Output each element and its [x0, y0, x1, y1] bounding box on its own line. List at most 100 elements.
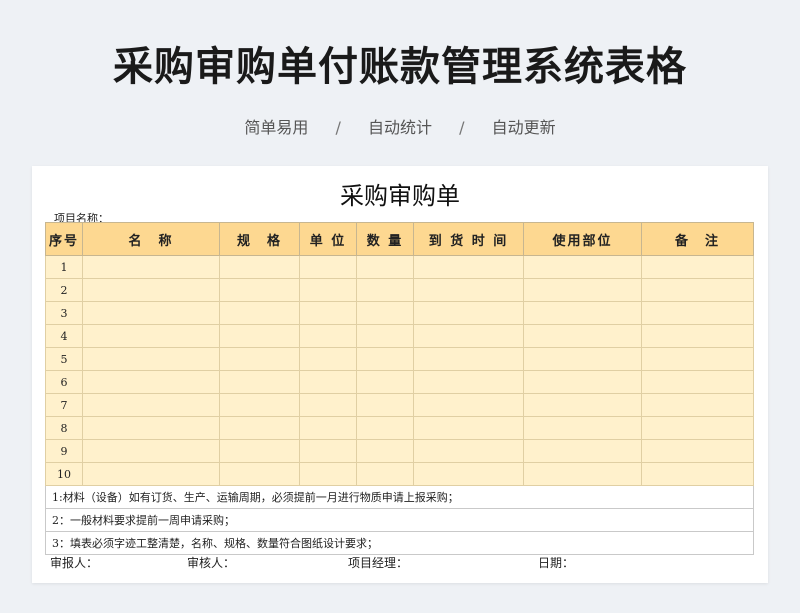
feature-auto-update: 自动更新 — [491, 118, 556, 137]
page-title: 采购审购单付账款管理系统表格 — [113, 44, 687, 90]
cell-remarks[interactable] — [641, 278, 754, 302]
cell-spec[interactable] — [219, 324, 300, 348]
cell-spec[interactable] — [219, 278, 300, 302]
cell-unit[interactable] — [299, 416, 357, 440]
cell-arrival-time[interactable] — [413, 347, 524, 371]
cell-name[interactable] — [82, 462, 220, 486]
row-number: 10 — [45, 462, 83, 486]
cell-arrival-time[interactable] — [413, 370, 524, 394]
cell-remarks[interactable] — [641, 439, 754, 463]
cell-unit[interactable] — [299, 462, 357, 486]
cell-arrival-time[interactable] — [413, 324, 524, 348]
row-number: 8 — [45, 416, 83, 440]
cell-arrival-time[interactable] — [413, 278, 524, 302]
cell-spec[interactable] — [219, 439, 300, 463]
cell-name[interactable] — [82, 393, 220, 417]
header-seq: 序号 — [45, 222, 83, 256]
cell-name[interactable] — [82, 301, 220, 325]
row-number: 3 — [45, 301, 83, 325]
cell-name[interactable] — [82, 347, 220, 371]
table-row: 7 — [45, 393, 754, 417]
cell-quantity[interactable] — [356, 439, 414, 463]
header-remarks: 备 注 — [641, 222, 754, 256]
cell-unit[interactable] — [299, 301, 357, 325]
cell-quantity[interactable] — [356, 347, 414, 371]
cell-remarks[interactable] — [641, 393, 754, 417]
separator: / — [335, 118, 341, 137]
cell-arrival-time[interactable] — [413, 462, 524, 486]
cell-usage-location[interactable] — [523, 278, 642, 302]
row-number: 1 — [45, 255, 83, 279]
cell-remarks[interactable] — [641, 255, 754, 279]
feature-easy: 简单易用 — [244, 118, 309, 137]
cell-unit[interactable] — [299, 393, 357, 417]
cell-quantity[interactable] — [356, 462, 414, 486]
cell-quantity[interactable] — [356, 370, 414, 394]
cell-quantity[interactable] — [356, 393, 414, 417]
cell-remarks[interactable] — [641, 347, 754, 371]
cell-spec[interactable] — [219, 462, 300, 486]
cell-unit[interactable] — [299, 278, 357, 302]
cell-unit[interactable] — [299, 370, 357, 394]
cell-usage-location[interactable] — [523, 370, 642, 394]
cell-quantity[interactable] — [356, 255, 414, 279]
header-name: 名 称 — [82, 222, 220, 256]
cell-name[interactable] — [82, 278, 220, 302]
header-usage-location: 使用部位 — [523, 222, 642, 256]
cell-spec[interactable] — [219, 301, 300, 325]
row-number: 4 — [45, 324, 83, 348]
reporter-label: 审报人： — [50, 556, 99, 570]
cell-arrival-time[interactable] — [413, 439, 524, 463]
cell-name[interactable] — [82, 255, 220, 279]
row-number: 9 — [45, 439, 83, 463]
cell-usage-location[interactable] — [523, 324, 642, 348]
cell-usage-location[interactable] — [523, 347, 642, 371]
cell-unit[interactable] — [299, 255, 357, 279]
cell-unit[interactable] — [299, 347, 357, 371]
row-number: 2 — [45, 278, 83, 302]
cell-usage-location[interactable] — [523, 301, 642, 325]
cell-remarks[interactable] — [641, 370, 754, 394]
cell-usage-location[interactable] — [523, 439, 642, 463]
cell-arrival-time[interactable] — [413, 393, 524, 417]
cell-spec[interactable] — [219, 255, 300, 279]
table-row: 9 — [45, 439, 754, 463]
cell-name[interactable] — [82, 324, 220, 348]
cell-arrival-time[interactable] — [413, 255, 524, 279]
cell-quantity[interactable] — [356, 324, 414, 348]
sheet-title: 采购审购单 — [340, 182, 460, 210]
spreadsheet-card: 采购审购单 项目名称： 序号 名 称 规 格 单 位 数 量 到 货 时 间 使… — [32, 166, 768, 583]
cell-usage-location[interactable] — [523, 416, 642, 440]
cell-arrival-time[interactable] — [413, 416, 524, 440]
cell-quantity[interactable] — [356, 278, 414, 302]
header-unit: 单 位 — [299, 222, 357, 256]
note-1: 1:材料（设备）如有订货、生产、运输周期，必须提前一月进行物质申请上报采购； — [45, 485, 754, 509]
table-row: 5 — [45, 347, 754, 371]
header-quantity: 数 量 — [356, 222, 414, 256]
cell-spec[interactable] — [219, 347, 300, 371]
cell-spec[interactable] — [219, 416, 300, 440]
note-row: 2：一般材料要求提前一周申请采购； — [45, 508, 754, 532]
header-spec: 规 格 — [219, 222, 300, 256]
cell-name[interactable] — [82, 439, 220, 463]
cell-unit[interactable] — [299, 324, 357, 348]
cell-quantity[interactable] — [356, 416, 414, 440]
cell-remarks[interactable] — [641, 416, 754, 440]
cell-name[interactable] — [82, 370, 220, 394]
row-number: 6 — [45, 370, 83, 394]
cell-name[interactable] — [82, 416, 220, 440]
cell-remarks[interactable] — [641, 301, 754, 325]
cell-spec[interactable] — [219, 393, 300, 417]
table-row: 1 — [45, 255, 754, 279]
cell-arrival-time[interactable] — [413, 301, 524, 325]
cell-spec[interactable] — [219, 370, 300, 394]
cell-usage-location[interactable] — [523, 255, 642, 279]
feature-auto-stats: 自动统计 — [367, 118, 432, 137]
cell-usage-location[interactable] — [523, 462, 642, 486]
cell-remarks[interactable] — [641, 462, 754, 486]
cell-quantity[interactable] — [356, 301, 414, 325]
cell-remarks[interactable] — [641, 324, 754, 348]
cell-unit[interactable] — [299, 439, 357, 463]
cell-usage-location[interactable] — [523, 393, 642, 417]
table-row: 4 — [45, 324, 754, 348]
